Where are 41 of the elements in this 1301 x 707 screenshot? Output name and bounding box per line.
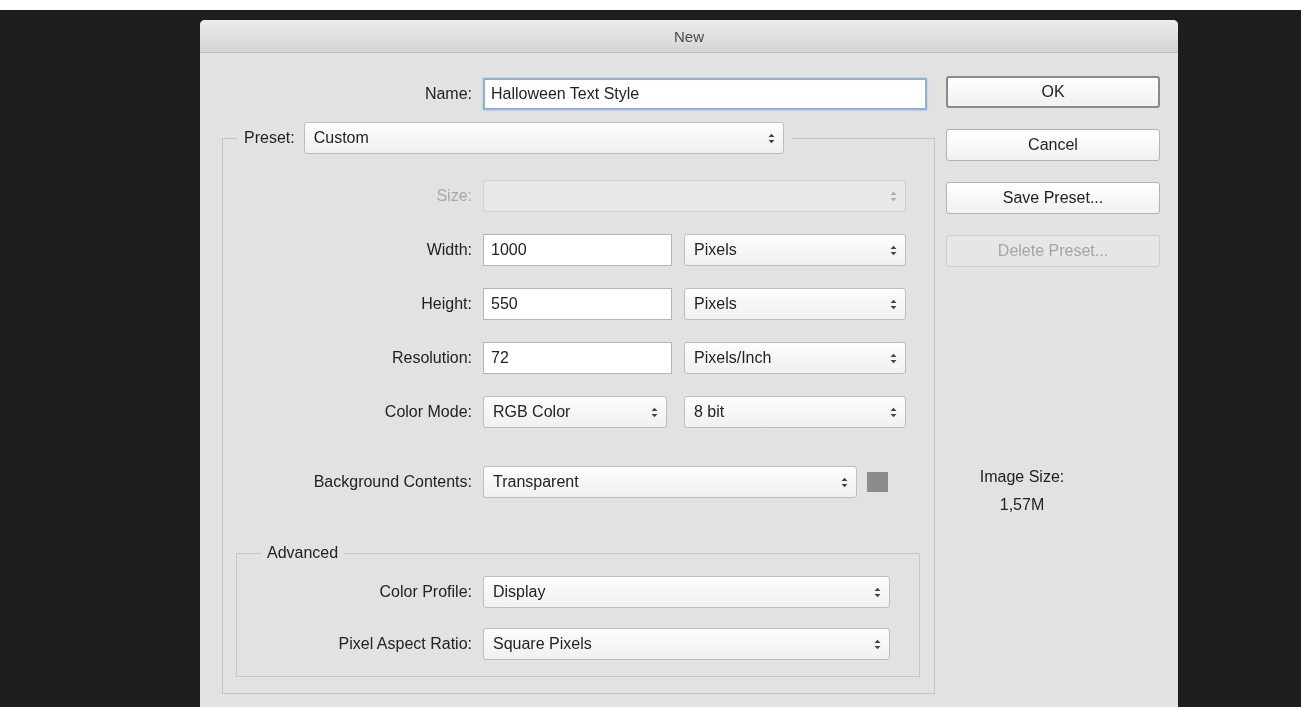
field-label: Pixel Aspect Ratio: <box>337 635 472 653</box>
field-label: Size: <box>435 187 472 205</box>
updown-arrows-icon <box>890 244 897 256</box>
mode-dropdown[interactable]: RGB Color <box>483 396 667 428</box>
updown-arrows-icon <box>890 406 897 418</box>
unit-dropdown[interactable]: Pixels <box>684 288 906 320</box>
dropdown[interactable]: Square Pixels <box>483 628 890 660</box>
name-field[interactable]: Halloween Text Style <box>483 78 927 110</box>
updown-arrows-icon <box>890 298 897 310</box>
updown-arrows-icon <box>890 190 897 202</box>
field-label: Background Contents: <box>312 473 472 491</box>
updown-arrows-icon <box>841 476 848 488</box>
dialog-button[interactable]: Cancel <box>946 129 1160 161</box>
field-label: Name: <box>423 85 472 103</box>
image-size-label: Image Size: <box>979 468 1065 486</box>
field-label: Resolution: <box>390 349 472 367</box>
unit-dropdown[interactable]: Pixels/Inch <box>684 342 906 374</box>
unit-dropdown[interactable]: Pixels <box>684 234 906 266</box>
field-label: Color Mode: <box>383 403 472 421</box>
preset-dropdown[interactable]: Custom <box>303 122 784 154</box>
background-dropdown[interactable]: Transparent <box>483 466 857 498</box>
field-label: Color Profile: <box>378 583 472 601</box>
number-field[interactable]: 1000 <box>483 234 672 266</box>
updown-arrows-icon <box>874 586 881 598</box>
field-label: Width: <box>425 241 472 259</box>
image-size-value: 1,57M <box>999 496 1045 514</box>
updown-arrows-icon <box>890 352 897 364</box>
updown-arrows-icon <box>874 638 881 650</box>
group-legend: Advanced <box>261 544 345 562</box>
updown-arrows-icon <box>651 406 658 418</box>
color-swatch[interactable] <box>867 472 888 492</box>
field-label: Preset: <box>244 129 295 147</box>
dropdown[interactable]: Display <box>483 576 890 608</box>
dialog-button[interactable]: Save Preset... <box>946 182 1160 214</box>
depth-dropdown[interactable]: 8 bit <box>684 396 906 428</box>
number-field[interactable]: 550 <box>483 288 672 320</box>
updown-arrows-icon <box>767 132 775 144</box>
dialog-button[interactable]: OK <box>946 76 1160 108</box>
number-field[interactable]: 72 <box>483 342 672 374</box>
window-title: New <box>674 27 704 45</box>
field-label: Height: <box>420 295 472 313</box>
